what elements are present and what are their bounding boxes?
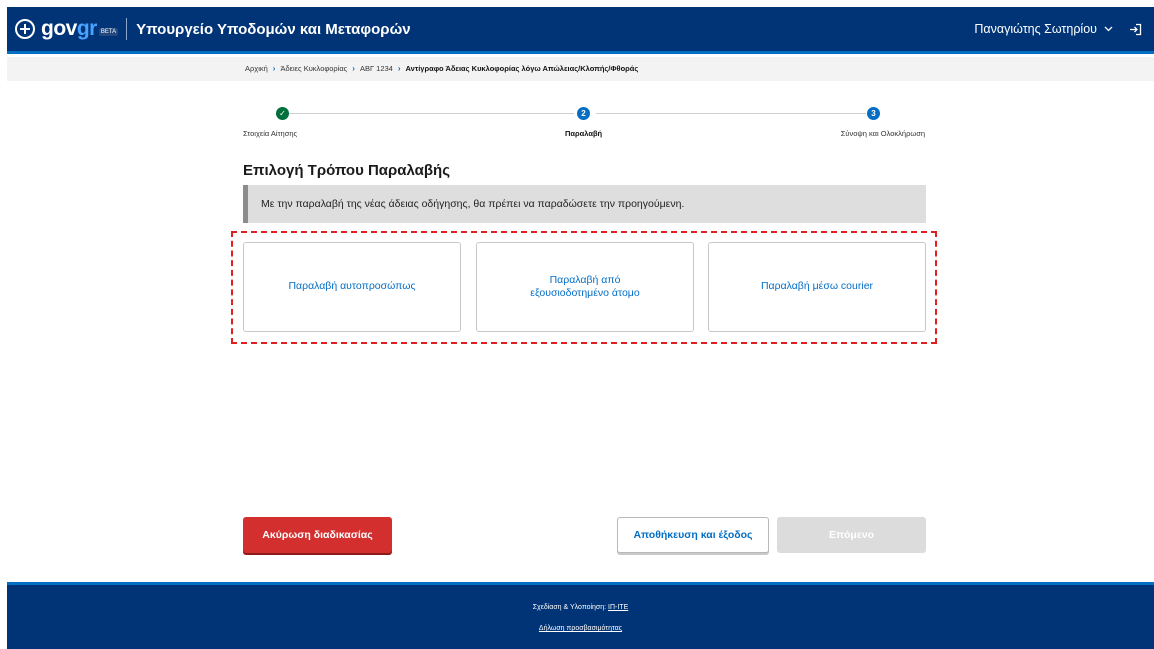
user-name[interactable]: Παναγιώτης Σωτηρίου bbox=[974, 22, 1097, 36]
credits-link[interactable]: ΙΠ-ΙΤΕ bbox=[608, 604, 628, 611]
info-notice: Με την παραλαβή της νέας άδειας οδήγησης… bbox=[243, 185, 926, 223]
breadcrumb-current: Αντίγραφο Άδειας Κυκλοφορίας λόγω Απώλει… bbox=[405, 64, 639, 73]
emblem-icon bbox=[15, 19, 35, 39]
breadcrumb-vehicle-licenses[interactable]: Άδειες Κυκλοφορίας bbox=[280, 64, 347, 73]
option-label: Παραλαβή μέσω courier bbox=[760, 280, 874, 293]
breadcrumb-separator-icon: › bbox=[397, 64, 401, 73]
footer-accessibility: Δήλωση προσβασιμότητας bbox=[7, 625, 1154, 632]
option-label: Παραλαβή αυτοπροσώπως bbox=[288, 280, 416, 293]
option-in-person[interactable]: Παραλαβή αυτοπροσώπως bbox=[243, 242, 461, 332]
option-authorized-person[interactable]: Παραλαβή από εξουσιοδοτημένο άτομο bbox=[476, 242, 694, 332]
stepper-line bbox=[596, 113, 866, 114]
govgr-logo[interactable]: govgr BETA bbox=[7, 7, 119, 51]
header-divider bbox=[126, 18, 128, 40]
footer-credits: Σχεδίαση & Υλοποίηση: ΙΠ-ΙΤΕ bbox=[532, 604, 629, 611]
top-header: govgr BETA Υπουργείο Υποδομών και Μεταφο… bbox=[7, 7, 1154, 54]
step-3-label: Σύνοψη και Ολοκλήρωση bbox=[840, 129, 925, 138]
step-1-label: Στοιχεία Αίτησης bbox=[243, 129, 298, 138]
progress-stepper: ✓ 2 3 Στοιχεία Αίτησης Παραλαβή Σύνοψη κ… bbox=[243, 105, 925, 145]
notice-text: Με την παραλαβή της νέας άδειας οδήγησης… bbox=[261, 198, 685, 210]
check-icon: ✓ bbox=[276, 107, 289, 120]
breadcrumb-home[interactable]: Αρχική bbox=[245, 64, 268, 73]
step-3-marker: 3 bbox=[867, 107, 880, 120]
next-button[interactable]: Επόμενο bbox=[777, 517, 926, 553]
page-title: Επιλογή Τρόπου Παραλαβής bbox=[243, 162, 451, 179]
breadcrumb-separator-icon: › bbox=[272, 64, 276, 73]
footer: Σχεδίαση & Υλοποίηση: ΙΠ-ΙΤΕ Δήλωση προσ… bbox=[7, 582, 1154, 649]
step-2-marker: 2 bbox=[577, 107, 590, 120]
breadcrumb: Αρχική › Άδειες Κυκλοφορίας › ΑΒΓ 1234 ›… bbox=[245, 64, 638, 73]
logo-text: govgr bbox=[41, 17, 97, 40]
option-label: Παραλαβή από εξουσιοδοτημένο άτομο bbox=[530, 273, 640, 299]
breadcrumb-plate[interactable]: ΑΒΓ 1234 bbox=[360, 64, 393, 73]
logout-icon[interactable] bbox=[1129, 23, 1142, 36]
ministry-title: Υπουργείο Υποδομών και Μεταφορών bbox=[136, 20, 411, 38]
breadcrumb-separator-icon: › bbox=[352, 64, 355, 73]
stepper-line bbox=[289, 113, 574, 114]
step-2-label: Παραλαβή bbox=[565, 129, 603, 138]
user-menu[interactable]: Παναγιώτης Σωτηρίου bbox=[974, 22, 1154, 36]
cancel-process-button[interactable]: Ακύρωση διαδικασίας bbox=[243, 517, 392, 553]
chevron-down-icon[interactable] bbox=[1104, 24, 1113, 35]
beta-badge: BETA bbox=[98, 28, 119, 36]
page: govgr BETA Υπουργείο Υποδομών και Μεταφο… bbox=[0, 0, 1154, 649]
option-courier[interactable]: Παραλαβή μέσω courier bbox=[708, 242, 926, 332]
accessibility-link[interactable]: Δήλωση προσβασιμότητας bbox=[539, 625, 622, 632]
save-and-exit-button[interactable]: Αποθήκευση και έξοδος bbox=[617, 517, 769, 553]
